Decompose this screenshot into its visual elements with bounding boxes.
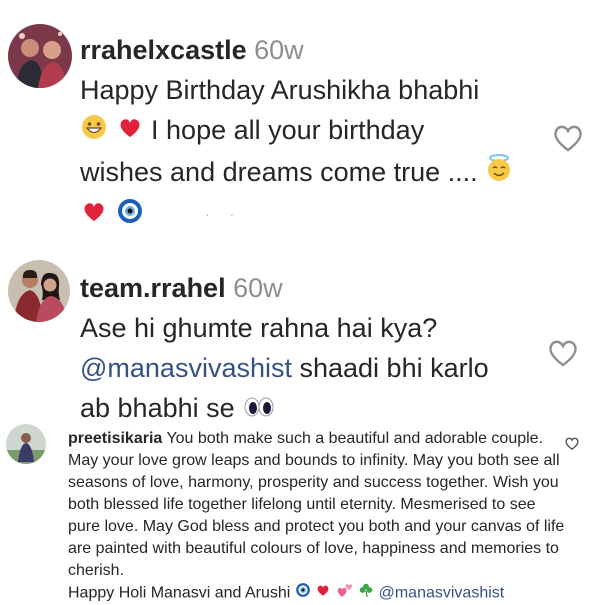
comment-text-line: Ase hi ghumte rahna hai kya? (80, 313, 438, 343)
red-heart-icon (80, 196, 108, 236)
shamrock-icon (358, 582, 374, 605)
comment-emoji-line (80, 194, 513, 236)
avatar[interactable] (8, 260, 70, 322)
smiling-face-with-halo-icon (485, 153, 513, 194)
comment-body: team.rrahel 60w Ase hi ghumte rahna hai … (80, 268, 489, 430)
like-heart-icon[interactable] (546, 337, 580, 374)
comment-body: rrahelxcastle 60w Happy Birthday Arushik… (80, 30, 513, 236)
red-heart-icon (116, 112, 144, 152)
eyes-icon (242, 390, 276, 430)
divider-dots: · · (205, 206, 243, 222)
mention-link[interactable]: @manasvivashist (80, 353, 292, 383)
comment-body: preetisikaria You both make such a beaut… (68, 428, 568, 605)
comment-text-line: wishes and dreams come true .... (80, 152, 513, 194)
red-heart-icon (315, 582, 331, 605)
comment-text-line: I hope all your birthday (80, 110, 513, 152)
like-heart-icon[interactable] (551, 122, 585, 159)
nazar-amulet-icon (116, 196, 144, 236)
comment-text: You both make such a beautiful and adora… (68, 430, 565, 579)
comment-text-line: @manasvivashist shaadi bhi karlo (80, 348, 489, 388)
comment-timestamp[interactable]: 60w (233, 273, 283, 303)
comment-text-line: Happy Birthday Arushikha bhabhi (80, 75, 480, 105)
comment-text: wishes and dreams come true .... (80, 156, 478, 187)
comment-text: ab bhabhi se (80, 393, 235, 423)
comment-username[interactable]: preetisikaria (68, 430, 162, 447)
like-heart-icon[interactable] (564, 436, 580, 456)
avatar[interactable] (6, 424, 46, 464)
two-hearts-icon (336, 582, 354, 605)
comment-text-line: ab bhabhi se (80, 388, 489, 430)
comment-timestamp[interactable]: 60w (254, 35, 304, 65)
mention-link[interactable]: @manasvivashist (379, 585, 505, 602)
avatar[interactable] (8, 24, 72, 88)
nazar-amulet-icon (295, 582, 311, 605)
comment-text: shaadi bhi karlo (291, 353, 489, 383)
grinning-face-icon (80, 112, 108, 152)
comment-text: I hope all your birthday (151, 115, 425, 145)
comment-username[interactable]: rrahelxcastle (80, 35, 247, 65)
comment-text: Happy Holi Manasvi and Arushi (68, 584, 291, 602)
comment-text-line: Happy Holi Manasvi and Arushi @manasviva… (68, 582, 568, 605)
comment-username[interactable]: team.rrahel (80, 273, 226, 303)
